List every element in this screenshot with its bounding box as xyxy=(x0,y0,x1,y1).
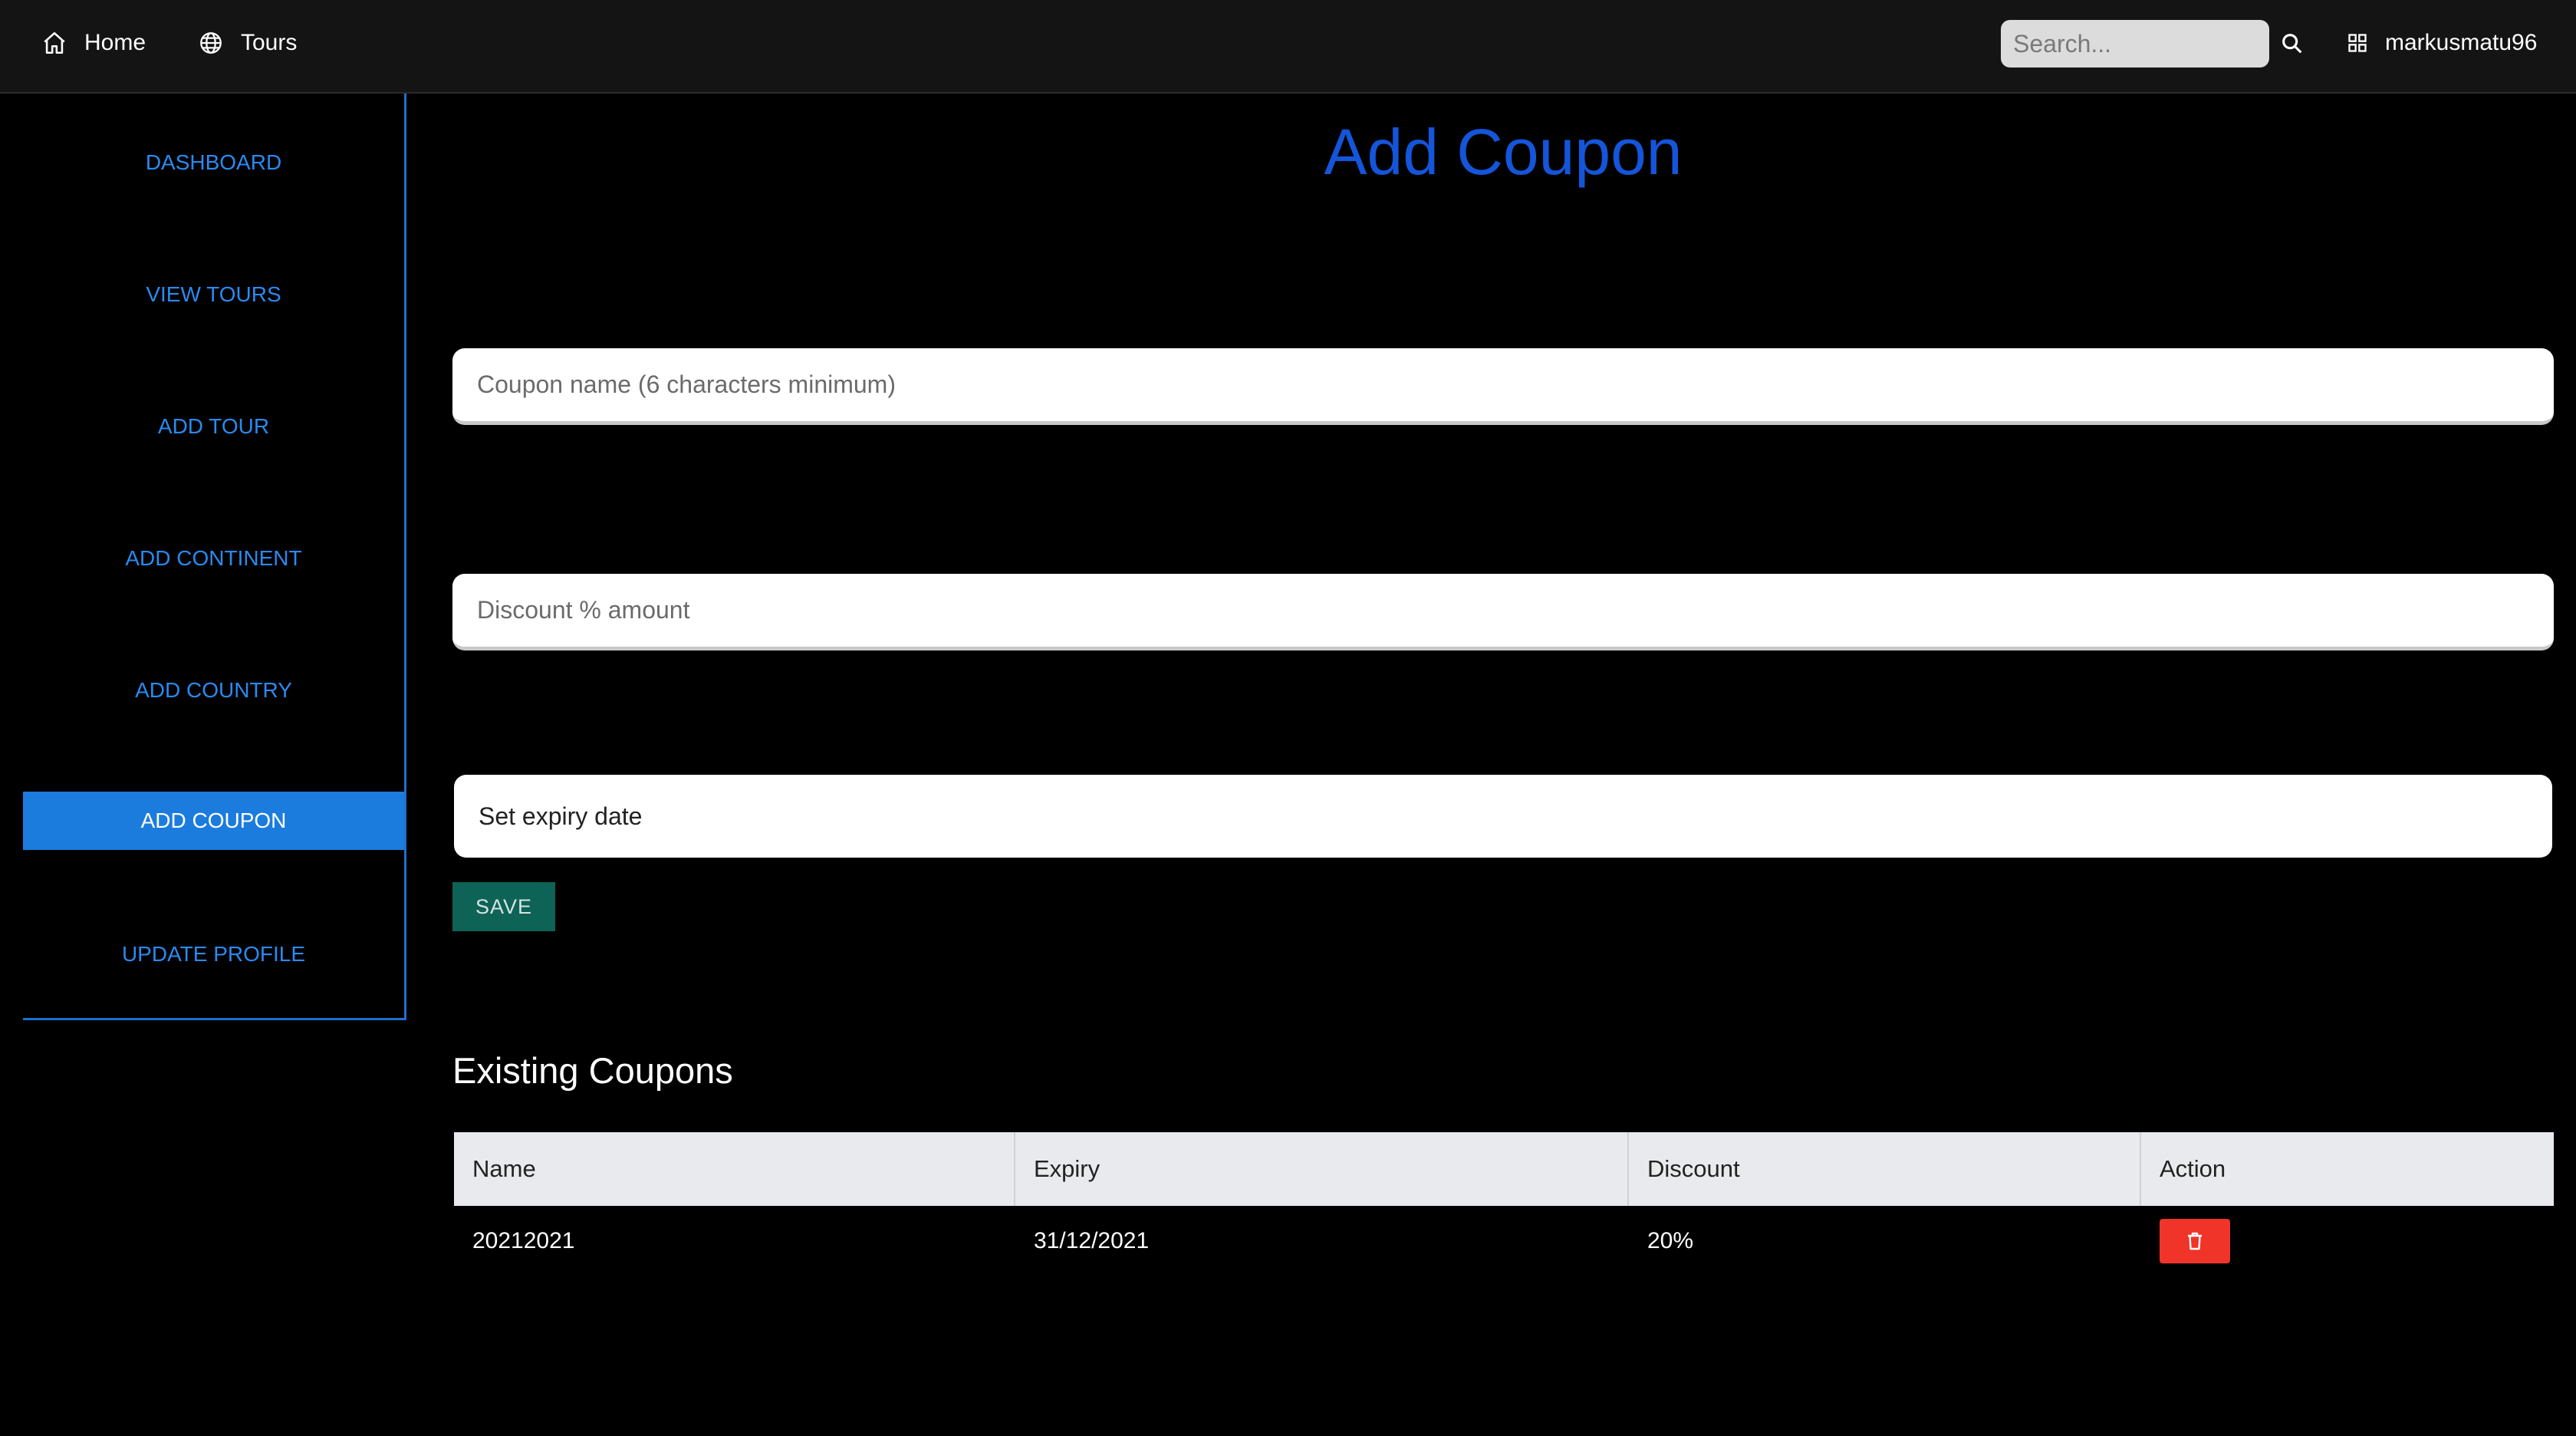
search-icon[interactable] xyxy=(2279,31,2305,57)
page-title: Add Coupon xyxy=(1324,116,1683,188)
coupons-table: Name Expiry Discount Action 20212021 31/… xyxy=(454,1132,2554,1276)
username: markusmatu96 xyxy=(2385,30,2538,55)
delete-coupon-button[interactable] xyxy=(2160,1219,2230,1263)
sidebar-item-add-coupon[interactable]: ADD COUPON xyxy=(23,792,404,850)
discount-input[interactable] xyxy=(452,574,2554,650)
globe-icon xyxy=(200,32,222,54)
top-navbar: Home Tours markusmatu96 xyxy=(0,0,2576,94)
coupon-name-input[interactable] xyxy=(452,348,2554,425)
sidebar-item-update-profile[interactable]: UPDATE PROFILE xyxy=(23,925,404,983)
coupon-name-cell: 20212021 xyxy=(472,1228,575,1253)
nav-tours-label: Tours xyxy=(241,30,298,55)
home-icon xyxy=(44,31,65,54)
sidebar-item-add-continent[interactable]: ADD CONTINENT xyxy=(23,529,404,588)
save-button[interactable]: SAVE xyxy=(452,882,555,931)
column-header-expiry: Expiry xyxy=(1015,1132,1629,1206)
coupon-expiry-cell: 31/12/2021 xyxy=(1034,1228,1150,1253)
trash-icon xyxy=(2188,1232,2202,1250)
sidebar-item-add-tour[interactable]: ADD TOUR xyxy=(23,397,404,456)
coupon-discount-cell: 20% xyxy=(1647,1228,1694,1253)
nav-tours-link[interactable]: Tours xyxy=(198,25,297,61)
column-header-name: Name xyxy=(454,1132,1015,1206)
expiry-date-field[interactable]: Set expiry date xyxy=(454,775,2552,858)
sidebar-item-view-tours[interactable]: VIEW TOURS xyxy=(23,265,404,324)
coupon-action-cell xyxy=(2141,1219,2554,1263)
grid-icon xyxy=(2348,34,2367,52)
user-menu[interactable]: markusmatu96 xyxy=(2347,25,2537,61)
existing-coupons-title: Existing Coupons xyxy=(452,1050,733,1091)
column-header-action: Action xyxy=(2160,1155,2226,1182)
sidebar: DASHBOARD VIEW TOURS ADD TOUR ADD CONTIN… xyxy=(23,94,406,1020)
nav-home-link[interactable]: Home xyxy=(41,25,146,61)
search-input[interactable] xyxy=(2001,20,2269,68)
table-header: Name Expiry Discount Action xyxy=(454,1132,2554,1206)
column-header-discount: Discount xyxy=(1629,1132,2141,1206)
table-row: 20212021 31/12/2021 20% xyxy=(454,1206,2554,1276)
nav-home-label: Home xyxy=(84,30,146,55)
sidebar-item-dashboard[interactable]: DASHBOARD xyxy=(23,133,404,192)
sidebar-item-add-country[interactable]: ADD COUNTRY xyxy=(23,661,404,720)
expiry-date-label: Set expiry date xyxy=(479,802,643,830)
